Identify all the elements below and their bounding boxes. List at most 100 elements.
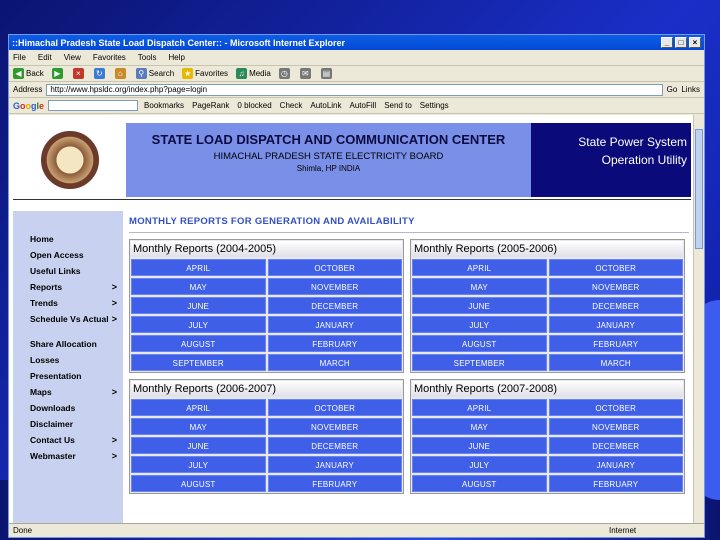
google-pagerank[interactable]: PageRank bbox=[192, 101, 229, 110]
month-report-link[interactable]: OCTOBER bbox=[548, 399, 683, 416]
sidebar-item-maps[interactable]: Maps > bbox=[13, 388, 123, 404]
menu-help[interactable]: Help bbox=[168, 53, 184, 62]
month-report-link[interactable]: JULY bbox=[131, 316, 266, 333]
month-report-link[interactable]: DECEMBER bbox=[548, 437, 683, 454]
month-report-link[interactable]: NOVEMBER bbox=[267, 418, 402, 435]
mail-button[interactable]: ✉ bbox=[299, 68, 313, 79]
status-bar: Done Internet bbox=[9, 523, 704, 537]
menu-file[interactable]: File bbox=[13, 53, 26, 62]
sidebar-item-disclaimer[interactable]: Disclaimer bbox=[13, 420, 123, 436]
month-report-link[interactable]: JULY bbox=[412, 316, 547, 333]
month-report-link[interactable]: JUNE bbox=[131, 437, 266, 454]
google-autofill[interactable]: AutoFill bbox=[350, 101, 377, 110]
page-content: STATE LOAD DISPATCH AND COMMUNICATION CE… bbox=[9, 115, 695, 525]
month-report-link[interactable]: DECEMBER bbox=[267, 437, 402, 454]
chevron-right-icon: > bbox=[111, 282, 117, 292]
month-report-link[interactable]: APRIL bbox=[412, 259, 547, 276]
month-report-link[interactable]: APRIL bbox=[131, 399, 266, 416]
month-report-link[interactable]: MARCH bbox=[548, 354, 683, 371]
menu-favorites[interactable]: Favorites bbox=[93, 53, 126, 62]
home-button[interactable]: ⌂ bbox=[114, 68, 128, 79]
links-button[interactable]: Links bbox=[681, 85, 700, 94]
google-check[interactable]: Check bbox=[280, 101, 303, 110]
google-search-input[interactable] bbox=[48, 100, 139, 111]
month-report-link[interactable]: JUNE bbox=[412, 297, 547, 314]
sidebar-item-reports[interactable]: Reports > bbox=[13, 283, 123, 299]
vertical-scrollbar[interactable] bbox=[693, 115, 704, 525]
month-report-link[interactable]: FEBRUARY bbox=[548, 475, 683, 492]
month-report-link[interactable]: AUGUST bbox=[412, 335, 547, 352]
month-report-link[interactable]: FEBRUARY bbox=[267, 335, 402, 352]
month-report-link[interactable]: JANUARY bbox=[267, 316, 402, 333]
month-report-link[interactable]: MAY bbox=[412, 418, 547, 435]
month-report-link[interactable]: JANUARY bbox=[548, 456, 683, 473]
month-report-link[interactable]: JUNE bbox=[412, 437, 547, 454]
address-input[interactable]: http://www.hpsldc.org/index.php?page=log… bbox=[46, 83, 663, 96]
sidebar-item-useful-links[interactable]: Useful Links bbox=[13, 267, 123, 283]
month-report-link[interactable]: NOVEMBER bbox=[548, 278, 683, 295]
google-bookmarks[interactable]: Bookmarks bbox=[144, 101, 184, 110]
month-report-link[interactable]: AUGUST bbox=[131, 335, 266, 352]
google-settings[interactable]: Settings bbox=[420, 101, 449, 110]
sidebar-item-home[interactable]: Home bbox=[13, 235, 123, 251]
print-button[interactable]: ▤ bbox=[320, 68, 334, 79]
stop-button[interactable]: × bbox=[72, 68, 86, 79]
google-popup-blocked[interactable]: 0 blocked bbox=[237, 101, 271, 110]
report-table: Monthly Reports (2005-2006) APRIL OCTOBER M… bbox=[410, 239, 685, 373]
month-report-link[interactable]: MAY bbox=[412, 278, 547, 295]
back-button[interactable]: ◀ Back bbox=[13, 68, 44, 79]
month-report-link[interactable]: JANUARY bbox=[267, 456, 402, 473]
scroll-thumb[interactable] bbox=[695, 129, 703, 249]
month-report-link[interactable]: OCTOBER bbox=[267, 399, 402, 416]
favorites-button[interactable]: ★ Favorites bbox=[182, 68, 228, 79]
search-button[interactable]: ⚲ Search bbox=[135, 68, 174, 79]
sidebar-item-webmaster[interactable]: Webmaster > bbox=[13, 452, 123, 468]
menu-view[interactable]: View bbox=[64, 53, 81, 62]
month-report-link[interactable]: APRIL bbox=[412, 399, 547, 416]
month-report-link[interactable]: MARCH bbox=[267, 354, 402, 371]
refresh-button[interactable]: ↻ bbox=[93, 68, 107, 79]
google-send-to[interactable]: Send to bbox=[384, 101, 412, 110]
go-button[interactable]: Go bbox=[667, 85, 678, 94]
maximize-button[interactable]: □ bbox=[675, 37, 687, 48]
month-report-link[interactable]: NOVEMBER bbox=[267, 278, 402, 295]
forward-button[interactable]: ▶ bbox=[51, 68, 65, 79]
month-report-link[interactable]: DECEMBER bbox=[267, 297, 402, 314]
sidebar-item-downloads[interactable]: Downloads bbox=[13, 404, 123, 420]
sidebar-item-presentation[interactable]: Presentation bbox=[13, 372, 123, 388]
history-button[interactable]: ◷ bbox=[278, 68, 292, 79]
minimize-button[interactable]: _ bbox=[661, 37, 673, 48]
sidebar-item-losses[interactable]: Losses bbox=[13, 356, 123, 372]
month-report-link[interactable]: JULY bbox=[412, 456, 547, 473]
sidebar-item-trends[interactable]: Trends > bbox=[13, 299, 123, 315]
month-report-link[interactable]: JANUARY bbox=[548, 316, 683, 333]
month-report-link[interactable]: MAY bbox=[131, 278, 266, 295]
sidebar-item-open-access[interactable]: Open Access bbox=[13, 251, 123, 267]
month-report-link[interactable]: APRIL bbox=[131, 259, 266, 276]
back-arrow-icon: ◀ bbox=[13, 68, 24, 79]
sidebar-item-share-allocation[interactable]: Share Allocation bbox=[13, 340, 123, 356]
month-report-link[interactable]: AUGUST bbox=[131, 475, 266, 492]
month-report-link[interactable]: MAY bbox=[131, 418, 266, 435]
status-text: Done bbox=[13, 526, 33, 535]
header-divider bbox=[13, 199, 691, 200]
media-button[interactable]: ♫ Media bbox=[236, 68, 271, 79]
month-report-link[interactable]: AUGUST bbox=[412, 475, 547, 492]
google-autolink[interactable]: AutoLink bbox=[310, 101, 341, 110]
close-button[interactable]: × bbox=[689, 37, 701, 48]
month-report-link[interactable]: FEBRUARY bbox=[548, 335, 683, 352]
month-report-link[interactable]: OCTOBER bbox=[267, 259, 402, 276]
menu-edit[interactable]: Edit bbox=[38, 53, 52, 62]
month-report-link[interactable]: NOVEMBER bbox=[548, 418, 683, 435]
month-report-link[interactable]: SEPTEMBER bbox=[412, 354, 547, 371]
month-report-link[interactable]: FEBRUARY bbox=[267, 475, 402, 492]
menu-tools[interactable]: Tools bbox=[138, 53, 157, 62]
sidebar-item-schedule-vs-actual[interactable]: Schedule Vs Actual > bbox=[13, 315, 123, 340]
month-report-link[interactable]: JULY bbox=[131, 456, 266, 473]
month-report-link[interactable]: JUNE bbox=[131, 297, 266, 314]
month-report-link[interactable]: SEPTEMBER bbox=[131, 354, 266, 371]
month-report-link[interactable]: OCTOBER bbox=[548, 259, 683, 276]
month-report-link[interactable]: DECEMBER bbox=[548, 297, 683, 314]
sidebar-item-contact-us[interactable]: Contact Us > bbox=[13, 436, 123, 452]
site-title: STATE LOAD DISPATCH AND COMMUNICATION CE… bbox=[151, 132, 506, 147]
